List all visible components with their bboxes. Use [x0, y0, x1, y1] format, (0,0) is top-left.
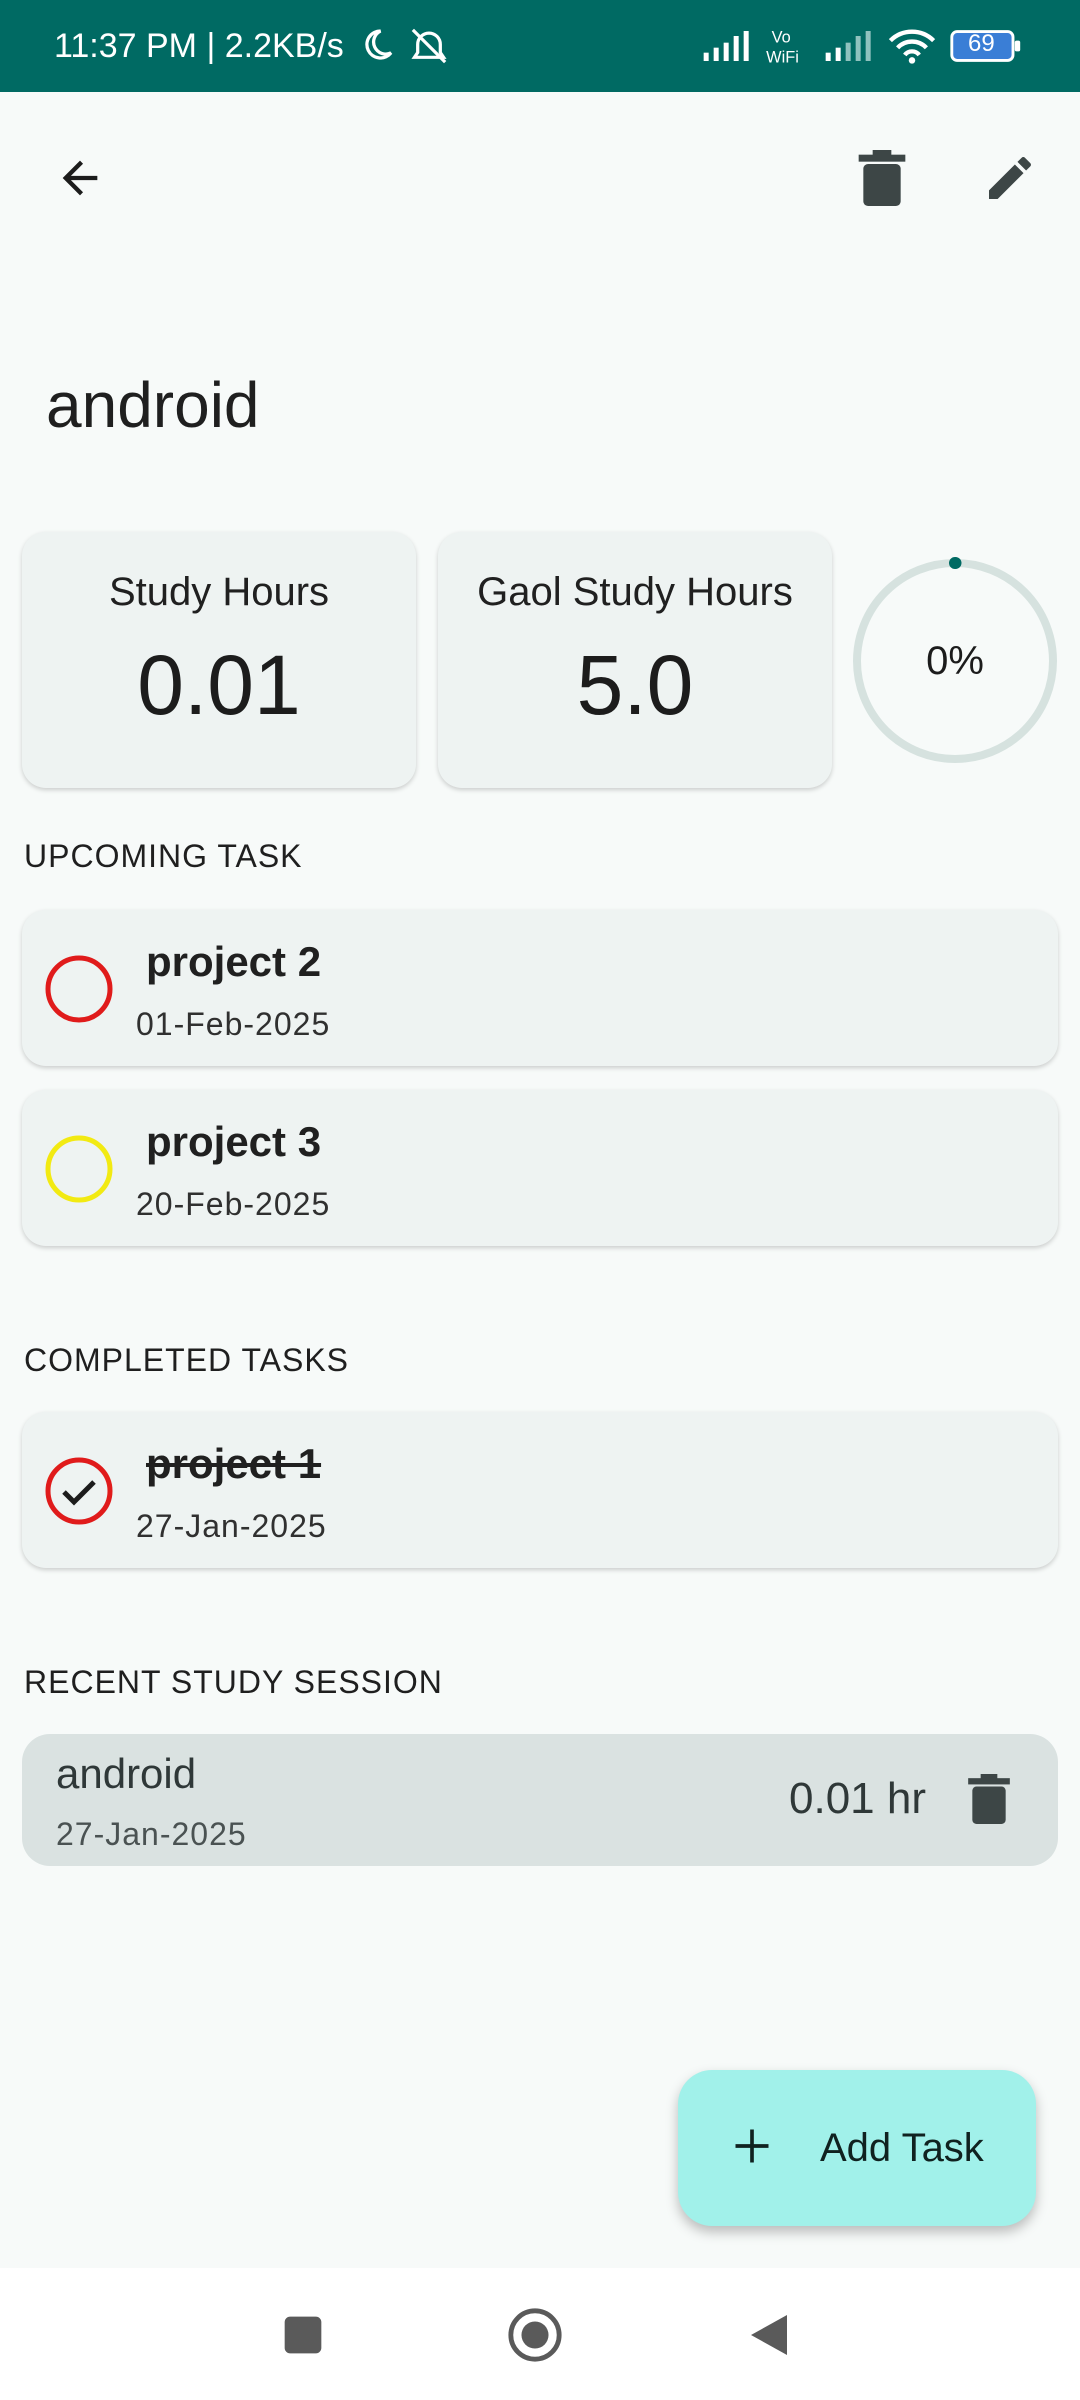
svg-text:Vo: Vo	[772, 28, 791, 46]
completed-tasks-header: COMPLETED TASKS	[24, 1342, 349, 1378]
status-bar: 11:37 PM | 2.2KB/s Vo WiFi 69	[0, 0, 1080, 92]
task-date: 01-Feb-2025	[136, 1006, 331, 1042]
task-checkbox[interactable]	[44, 1134, 114, 1204]
system-nav-bar	[0, 2268, 1080, 2400]
progress-percent: 0%	[926, 638, 984, 683]
top-actions	[842, 140, 1050, 220]
delete-subject-button[interactable]	[842, 140, 922, 220]
square-icon	[281, 2313, 325, 2362]
task-title: project 1	[146, 1440, 322, 1487]
back-button[interactable]	[40, 140, 120, 220]
task-item[interactable]: project 2 01-Feb-2025	[22, 910, 1058, 1066]
triangle-back-icon	[747, 2311, 791, 2364]
recent-session-header: RECENT STUDY SESSION	[24, 1664, 443, 1700]
progress-indicator: 0%	[850, 556, 1060, 766]
task-checkbox-checked[interactable]	[44, 1456, 114, 1526]
circle-icon	[506, 2306, 564, 2369]
nav-recents-button[interactable]	[270, 2304, 336, 2370]
goal-hours-value: 5.0	[576, 638, 694, 732]
task-date: 20-Feb-2025	[136, 1186, 331, 1222]
session-hours: 0.01 hr	[789, 1774, 926, 1823]
signal-weak-icon	[824, 29, 874, 63]
task-item[interactable]: project 1 27-Jan-2025	[22, 1412, 1058, 1568]
study-hours-value: 0.01	[137, 638, 301, 732]
task-checkbox[interactable]	[44, 954, 114, 1024]
arrow-left-icon	[54, 152, 106, 209]
moon-icon	[358, 28, 394, 64]
goal-hours-card: Gaol Study Hours 5.0	[438, 532, 832, 788]
study-hours-label: Study Hours	[108, 570, 330, 614]
status-time: 11:37 PM | 2.2KB/s	[54, 26, 344, 65]
session-subject: android	[56, 1750, 197, 1797]
session-item[interactable]: android 27-Jan-2025 0.01 hr	[22, 1734, 1058, 1866]
svg-text:WiFi: WiFi	[766, 48, 799, 66]
task-title: project 2	[146, 938, 322, 985]
nav-home-button[interactable]	[502, 2304, 568, 2370]
trash-icon	[858, 149, 906, 211]
signal-icon	[702, 29, 752, 63]
alarm-off-icon	[408, 26, 450, 66]
battery-level: 69	[968, 30, 995, 57]
top-app-bar	[0, 92, 1080, 268]
wifi-icon	[888, 28, 936, 64]
task-item[interactable]: project 3 20-Feb-2025	[22, 1090, 1058, 1246]
task-title: project 3	[146, 1118, 322, 1165]
status-right: Vo WiFi 69	[702, 26, 1022, 66]
goal-hours-label: Gaol Study Hours	[477, 570, 793, 614]
battery-icon: 69	[950, 28, 1022, 64]
pencil-icon	[982, 150, 1038, 211]
nav-back-button[interactable]	[736, 2304, 802, 2370]
add-task-button[interactable]: Add Task	[678, 2070, 1036, 2226]
stats-row: Study Hours 0.01 Gaol Study Hours 5.0 0%	[22, 532, 1060, 788]
edit-subject-button[interactable]	[970, 140, 1050, 220]
vowifi-icon: Vo WiFi	[766, 26, 810, 66]
subject-title: android	[46, 369, 260, 441]
session-date: 27-Jan-2025	[56, 1816, 247, 1852]
status-left: 11:37 PM | 2.2KB/s	[54, 26, 450, 66]
task-date: 27-Jan-2025	[136, 1508, 327, 1544]
add-task-label: Add Task	[820, 2125, 984, 2170]
session-delete-button[interactable]	[954, 1766, 1024, 1836]
plus-icon	[730, 2124, 774, 2173]
upcoming-task-header: UPCOMING TASK	[24, 838, 303, 874]
trash-icon	[968, 1773, 1010, 1829]
study-hours-card: Study Hours 0.01	[22, 532, 416, 788]
